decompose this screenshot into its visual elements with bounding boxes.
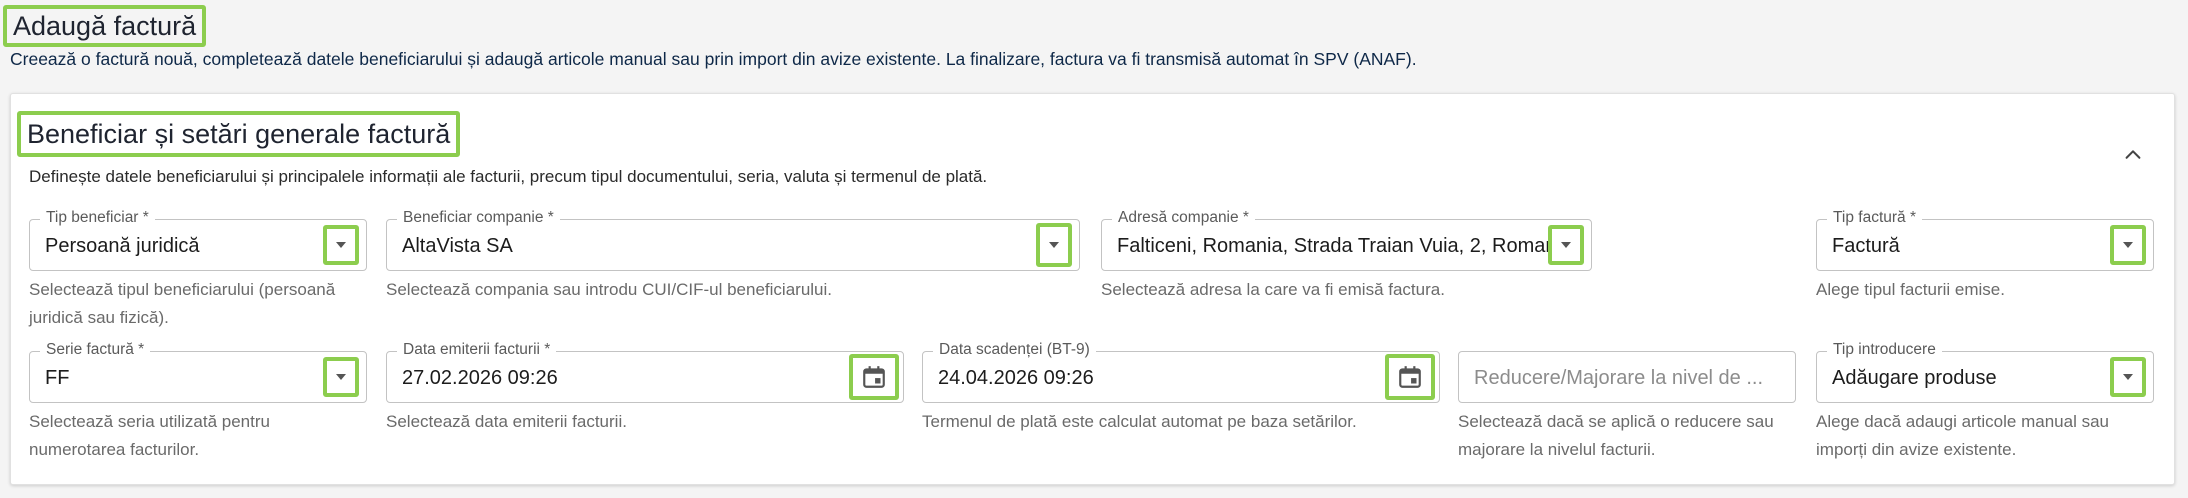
tip-beneficiar-label: Tip beneficiar *: [40, 209, 155, 227]
data-scadentei-help: Termenul de plată este calculat automat …: [922, 412, 1357, 431]
beneficiar-companie-dropdown-button[interactable]: [1036, 223, 1072, 267]
general-settings-card: Beneficiar și setări generale factură De…: [10, 93, 2175, 485]
beneficiar-companie-value: AltaVista SA: [402, 235, 513, 257]
caret-down-icon: [336, 242, 346, 248]
reducere-majorare-input[interactable]: Reducere/Majorare la nivel de ...: [1458, 351, 1796, 403]
tip-introducere-value: Adăugare produse: [1832, 367, 1997, 389]
tip-beneficiar-value: Persoană juridică: [45, 235, 200, 257]
serie-factura-dropdown-button[interactable]: [323, 357, 359, 397]
tip-beneficiar-help: Selectează tipul beneficiarului (persoan…: [29, 280, 336, 327]
tip-introducere-label: Tip introducere: [1827, 341, 1942, 359]
tip-factura-help: Alege tipul facturii emise.: [1816, 280, 2005, 299]
data-emiterii-picker[interactable]: Data emiterii facturii * 27.02.2026 09:2…: [386, 341, 904, 403]
section-title: Beneficiar și setări generale factură: [17, 111, 461, 157]
tip-factura-label: Tip factură *: [1827, 209, 1922, 227]
data-emiterii-help: Selectează data emiterii facturii.: [386, 412, 627, 431]
adresa-companie-label: Adresă companie *: [1112, 209, 1255, 227]
data-scadentei-picker[interactable]: Data scadenței (BT-9) 24.04.2026 09:26: [922, 341, 1440, 403]
data-emiterii-label: Data emiterii facturii *: [397, 341, 557, 359]
caret-down-icon: [336, 374, 346, 380]
serie-factura-label: Serie factură *: [40, 341, 151, 359]
calendar-icon: [1399, 366, 1421, 388]
data-scadentei-label: Data scadenței (BT-9): [933, 341, 1096, 359]
calendar-icon: [863, 366, 885, 388]
caret-down-icon: [2123, 374, 2133, 380]
data-emiterii-value: 27.02.2026 09:26: [402, 367, 558, 389]
adresa-companie-select[interactable]: Adresă companie * Falticeni, Romania, St…: [1101, 209, 1592, 271]
serie-factura-value: FF: [45, 367, 70, 389]
tip-factura-value: Factură: [1832, 235, 1900, 257]
page-title: Adaugă factură: [3, 5, 207, 47]
caret-down-icon: [1049, 242, 1059, 248]
beneficiar-companie-select[interactable]: Beneficiar companie * AltaVista SA: [386, 209, 1080, 271]
data-scadentei-calendar-button[interactable]: [1385, 354, 1435, 400]
tip-introducere-select[interactable]: Tip introducere Adăugare produse: [1816, 341, 2154, 403]
data-scadentei-value: 24.04.2026 09:26: [938, 367, 1094, 389]
adresa-companie-dropdown-button[interactable]: [1548, 225, 1584, 265]
caret-down-icon: [1561, 242, 1571, 248]
section-description: Definește datele beneficiarului și princ…: [29, 167, 988, 186]
data-emiterii-calendar-button[interactable]: [849, 354, 899, 400]
reducere-majorare-placeholder: Reducere/Majorare la nivel de ...: [1474, 367, 1764, 389]
tip-beneficiar-select[interactable]: Tip beneficiar * Persoană juridică: [29, 209, 367, 271]
adresa-companie-help: Selectează adresa la care va fi emisă fa…: [1101, 280, 1445, 299]
caret-down-icon: [2123, 242, 2133, 248]
beneficiar-companie-label: Beneficiar companie *: [397, 209, 560, 227]
serie-factura-select[interactable]: Serie factură * FF: [29, 341, 367, 403]
tip-introducere-help: Alege dacă adaugi articole manual sau im…: [1816, 412, 2109, 459]
tip-factura-select[interactable]: Tip factură * Factură: [1816, 209, 2154, 271]
serie-factura-help: Selectează seria utilizată pentru numero…: [29, 412, 270, 459]
tip-factura-dropdown-button[interactable]: [2110, 225, 2146, 265]
beneficiar-companie-help: Selectează compania sau introdu CUI/CIF-…: [386, 280, 833, 299]
adresa-companie-value: Falticeni, Romania, Strada Traian Vuia, …: [1117, 235, 1573, 257]
chevron-up-icon[interactable]: [2122, 144, 2144, 166]
page-description: Creează o factură nouă, completează date…: [10, 49, 1417, 69]
reducere-majorare-help: Selectează dacă se aplică o reducere sau…: [1458, 412, 1774, 459]
tip-introducere-dropdown-button[interactable]: [2110, 357, 2146, 397]
tip-beneficiar-dropdown-button[interactable]: [323, 225, 359, 265]
